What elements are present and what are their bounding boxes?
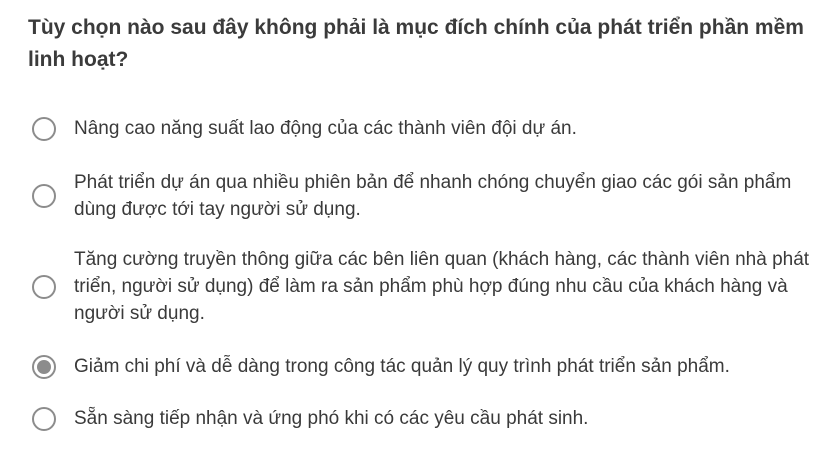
radio-button-1[interactable] xyxy=(32,116,56,141)
answer-option-label: Sẵn sàng tiếp nhận và ứng phó khi có các… xyxy=(74,408,589,429)
answer-option-2[interactable]: Phát triển dự án qua nhiều phiên bản để … xyxy=(28,169,828,223)
answer-option-label: Tăng cường truyền thông giữa các bên liê… xyxy=(74,249,810,324)
answer-option-label: Nâng cao năng suất lao động của các thàn… xyxy=(74,118,577,139)
answer-option-4[interactable]: Giảm chi phí và dễ dàng trong công tác q… xyxy=(28,353,828,380)
radio-button-4[interactable] xyxy=(32,354,56,379)
radio-button-5[interactable] xyxy=(32,406,56,431)
answer-option-1[interactable]: Nâng cao năng suất lao động của các thàn… xyxy=(28,115,828,142)
answer-option-label: Giảm chi phí và dễ dàng trong công tác q… xyxy=(74,356,730,377)
answer-option-label: Phát triển dự án qua nhiều phiên bản để … xyxy=(74,172,792,220)
question-text: Tùy chọn nào sau đây không phải là mục đ… xyxy=(28,16,804,71)
radio-button-2[interactable] xyxy=(32,184,56,208)
answer-option-3[interactable]: Tăng cường truyền thông giữa các bên liê… xyxy=(28,246,828,327)
radio-button-3[interactable] xyxy=(32,274,56,299)
answer-option-5[interactable]: Sẵn sàng tiếp nhận và ứng phó khi có các… xyxy=(28,405,828,432)
